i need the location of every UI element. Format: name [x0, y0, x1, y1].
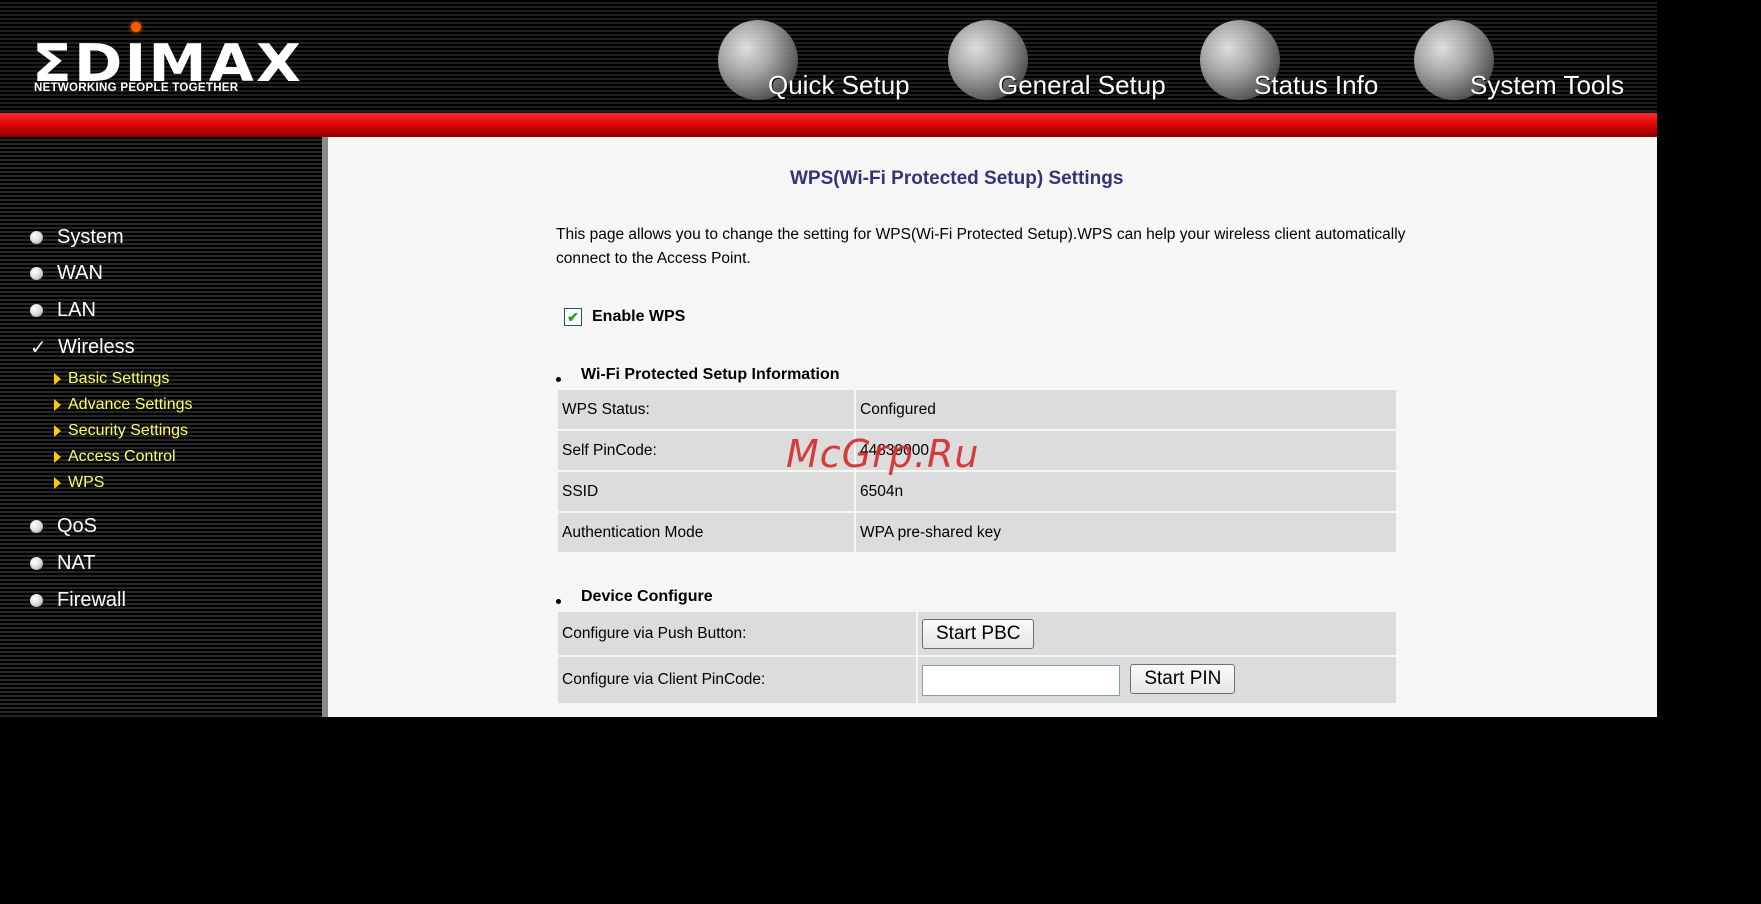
logo-dot-icon — [131, 22, 141, 32]
nav-system-tools[interactable]: System Tools — [1414, 20, 1654, 110]
table-row: SSID 6504n — [556, 470, 1398, 513]
bullet-dot-icon — [556, 376, 561, 382]
pbc-label: Configure via Push Button: — [556, 610, 918, 657]
start-pbc-button[interactable]: Start PBC — [922, 618, 1035, 649]
info-section-heading-text: Wi-Fi Protected Setup Information — [581, 366, 840, 383]
sidebar-subitem-label: Security Settings — [68, 422, 189, 439]
nav-quick-setup[interactable]: Quick Setup — [718, 20, 928, 110]
table-row: Configure via Push Button: Start PBC — [556, 610, 1398, 657]
device-configure-table: Configure via Push Button: Start PBC Con… — [556, 610, 1398, 705]
sidebar-subitem-access-control[interactable]: Access Control — [54, 448, 176, 466]
device-section-heading: Device Configure — [556, 588, 713, 606]
sidebar-item-label: Wireless — [58, 336, 135, 358]
sidebar-subitem-advance-settings[interactable]: Advance Settings — [54, 396, 193, 414]
router-admin-window: ΣDIMAX NETWORKING PEOPLE TOGETHER Quick … — [0, 0, 1657, 717]
arrow-right-icon — [54, 425, 61, 437]
arrow-right-icon — [54, 373, 61, 385]
start-pin-button[interactable]: Start PIN — [1130, 664, 1236, 695]
bullet-dot-icon — [556, 598, 561, 604]
page-description: This page allows you to change the setti… — [556, 226, 1406, 267]
sidebar-item-label: QoS — [57, 515, 98, 537]
nav-status-info[interactable]: Status Info — [1200, 20, 1400, 110]
checkmark-icon: ✓ — [30, 336, 47, 359]
info-value: Configured — [854, 388, 1398, 431]
sidebar-item-label: System — [57, 226, 124, 248]
nav-quick-setup-label: Quick Setup — [768, 70, 910, 100]
info-label: SSID — [556, 470, 856, 513]
header-red-bar — [0, 113, 1657, 137]
sidebar-item-lan[interactable]: LAN — [30, 299, 96, 322]
sidebar-item-label: WAN — [57, 262, 103, 284]
sidebar-subitem-label: WPS — [68, 474, 105, 491]
nav-system-tools-label: System Tools — [1470, 70, 1625, 100]
sidebar-subitem-wps[interactable]: WPS — [54, 474, 104, 492]
info-value: 6504n — [854, 470, 1398, 513]
radio-bullet-icon — [30, 520, 43, 533]
info-label: Authentication Mode — [556, 511, 856, 554]
sidebar-item-nat[interactable]: NAT — [30, 552, 96, 575]
sidebar-item-label: Firewall — [57, 589, 126, 611]
arrow-right-icon — [54, 451, 61, 463]
info-label: WPS Status: — [556, 388, 856, 431]
arrow-right-icon — [54, 477, 61, 489]
info-section-heading: Wi-Fi Protected Setup Information — [556, 366, 840, 384]
sidebar-item-wireless[interactable]: ✓ Wireless — [30, 336, 135, 359]
nav-general-setup[interactable]: General Setup — [948, 20, 1190, 110]
enable-wps-checkbox[interactable]: ✔ — [564, 308, 582, 326]
device-section-heading-text: Device Configure — [581, 588, 713, 605]
page-title: WPS(Wi-Fi Protected Setup) Settings — [790, 168, 1124, 189]
radio-bullet-icon — [30, 557, 43, 570]
radio-bullet-icon — [30, 267, 43, 280]
pin-cell: Start PIN — [916, 655, 1398, 705]
sidebar-item-wan[interactable]: WAN — [30, 262, 103, 285]
radio-bullet-icon — [30, 594, 43, 607]
client-pincode-input[interactable] — [922, 664, 1120, 696]
radio-bullet-icon — [30, 231, 43, 244]
pin-label: Configure via Client PinCode: — [556, 655, 918, 705]
sidebar-item-label: LAN — [57, 299, 96, 321]
tagline: NETWORKING PEOPLE TOGETHER — [34, 82, 239, 94]
sidebar-item-system[interactable]: System — [30, 226, 124, 249]
pbc-cell: Start PBC — [916, 610, 1398, 657]
sidebar-item-label: NAT — [57, 552, 96, 574]
arrow-right-icon — [54, 399, 61, 411]
nav-status-info-label: Status Info — [1254, 70, 1379, 100]
nav-general-setup-label: General Setup — [998, 70, 1166, 100]
sidebar-subitem-basic-settings[interactable]: Basic Settings — [54, 370, 169, 388]
sidebar-subitem-label: Access Control — [68, 448, 176, 465]
enable-wps-row[interactable]: ✔ Enable WPS — [564, 308, 685, 326]
table-row: WPS Status: Configured — [556, 388, 1398, 431]
enable-wps-label: Enable WPS — [592, 308, 686, 325]
info-value: WPA pre-shared key — [854, 511, 1398, 554]
sidebar-item-firewall[interactable]: Firewall — [30, 589, 126, 612]
watermark: McGrp.Ru — [786, 432, 980, 476]
sidebar-subitem-label: Advance Settings — [68, 396, 193, 413]
table-row: Configure via Client PinCode: Start PIN — [556, 655, 1398, 705]
sidebar-subitem-label: Basic Settings — [68, 370, 170, 387]
table-row: Authentication Mode WPA pre-shared key — [556, 511, 1398, 554]
sidebar-item-qos[interactable]: QoS — [30, 515, 97, 538]
radio-bullet-icon — [30, 304, 43, 317]
sidebar-subitem-security-settings[interactable]: Security Settings — [54, 422, 188, 440]
header: ΣDIMAX NETWORKING PEOPLE TOGETHER Quick … — [0, 0, 1657, 113]
